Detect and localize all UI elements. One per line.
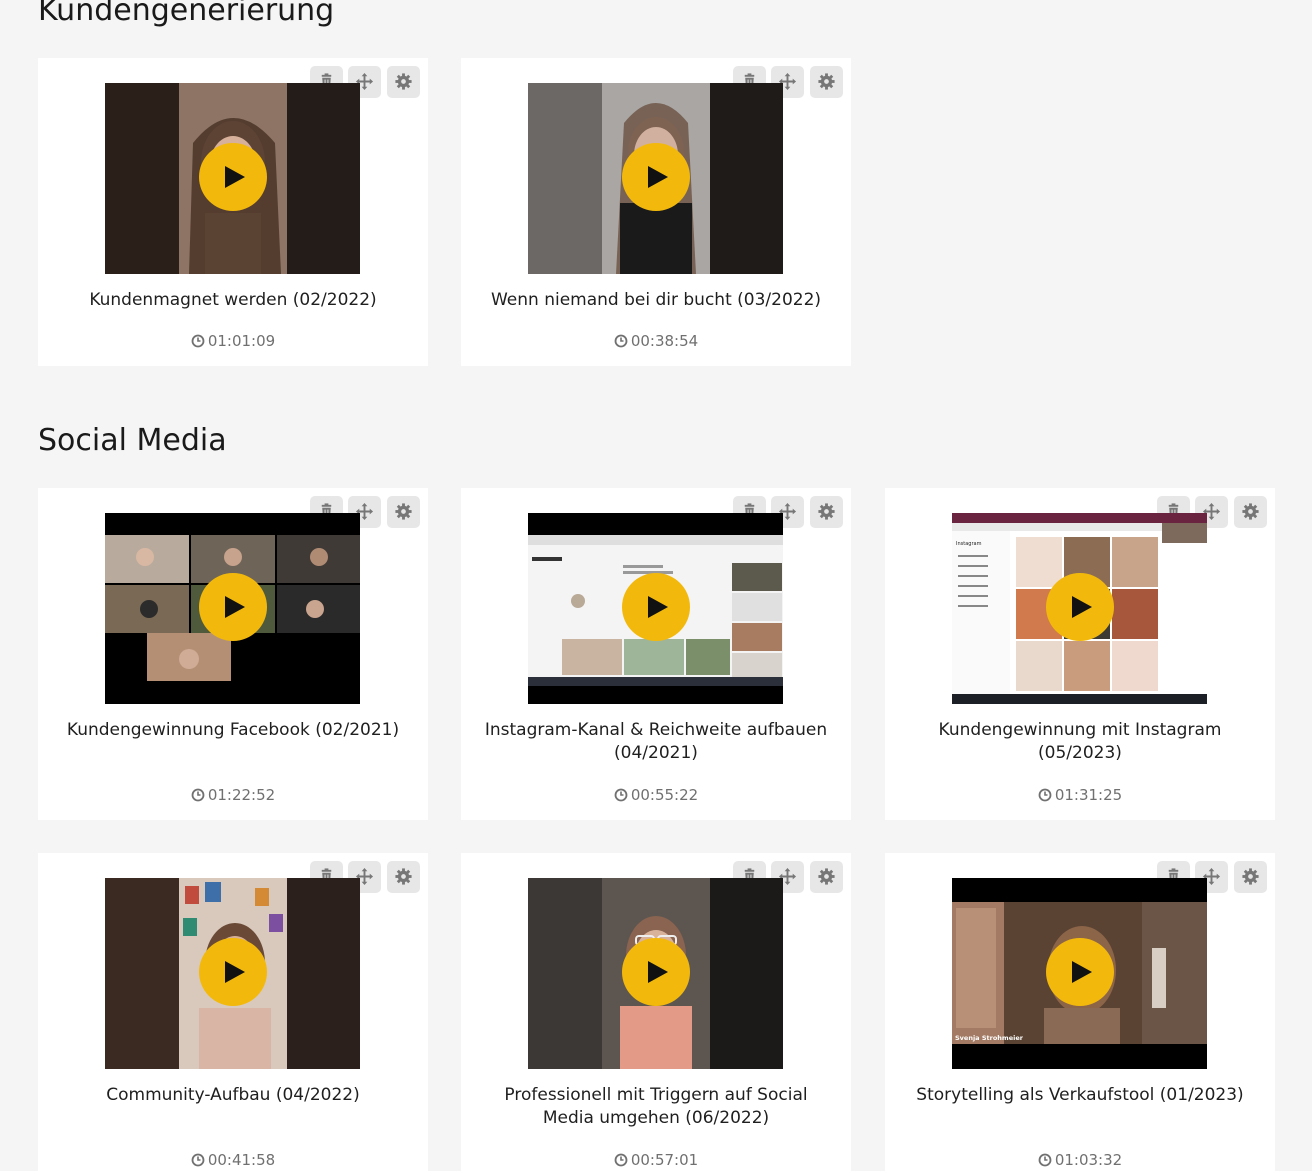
video-library-page: Kundengenerierung Kundenmagnet werden (0… [0,0,1312,1171]
play-icon [225,166,245,188]
play-icon [1072,596,1092,618]
video-title[interactable]: Wenn niemand bei dir bucht (03/2022) [481,289,831,312]
settings-button[interactable] [387,861,420,893]
duration-text: 01:31:25 [1054,786,1123,804]
video-title[interactable]: Community-Aufbau (04/2022) [58,1084,408,1107]
video-duration: 00:41:58 [38,1150,428,1170]
video-card: Professionell mit Triggern auf Social Me… [461,853,851,1171]
video-thumbnail[interactable] [528,513,783,704]
video-title[interactable]: Professionell mit Triggern auf Social Me… [481,1084,831,1130]
duration-text: 00:55:22 [630,786,699,804]
duration-text: 00:38:54 [630,332,699,350]
clock-icon [191,787,205,802]
video-thumbnail[interactable] [528,878,783,1069]
play-button[interactable] [1046,573,1114,641]
section-title-social-media: Social Media [38,423,227,458]
video-title[interactable]: Storytelling als Verkaufstool (01/2023) [905,1084,1255,1107]
video-card: Svenja Strohmeier Storytelling als Verka… [885,853,1275,1171]
settings-button[interactable] [1234,496,1267,528]
play-button[interactable] [622,938,690,1006]
video-thumbnail[interactable]: Instagram [952,513,1207,704]
settings-button[interactable] [387,66,420,98]
duration-text: 01:01:09 [207,332,276,350]
play-button[interactable] [622,573,690,641]
clock-icon [614,1152,628,1167]
video-thumbnail[interactable] [528,83,783,274]
video-thumbnail[interactable] [105,513,360,704]
video-duration: 01:01:09 [38,331,428,351]
video-thumbnail[interactable] [105,878,360,1069]
speaker-name-caption: Svenja Strohmeier [955,1034,1024,1042]
section-title-kundengenerierung: Kundengenerierung [38,0,335,28]
video-thumbnail[interactable]: Svenja Strohmeier [952,878,1207,1069]
play-button[interactable] [622,143,690,211]
settings-button[interactable] [1234,861,1267,893]
play-button[interactable] [199,938,267,1006]
video-card: Kundenmagnet werden (02/2022) 01:01:09 [38,58,428,366]
gear-icon [395,503,412,520]
duration-text: 00:57:01 [630,1151,699,1169]
play-button[interactable] [1046,938,1114,1006]
duration-text: 01:22:52 [207,786,276,804]
play-icon [648,961,668,983]
settings-button[interactable] [810,66,843,98]
gear-icon [1242,503,1259,520]
play-button[interactable] [199,143,267,211]
video-duration: 01:22:52 [38,785,428,805]
video-card: Wenn niemand bei dir bucht (03/2022) 00:… [461,58,851,366]
play-icon [648,596,668,618]
play-icon [648,166,668,188]
play-icon [225,961,245,983]
video-title[interactable]: Kundengewinnung mit Instagram (05/2023) [905,719,1255,765]
clock-icon [1038,787,1052,802]
clock-icon [614,333,628,348]
gear-icon [818,73,835,90]
play-icon [225,596,245,618]
video-duration: 01:03:32 [885,1150,1275,1170]
video-thumbnail[interactable] [105,83,360,274]
video-card: Community-Aufbau (04/2022) 00:41:58 [38,853,428,1171]
clock-icon [191,1152,205,1167]
video-duration: 01:31:25 [885,785,1275,805]
play-icon [1072,961,1092,983]
instagram-brand-text: Instagram [956,541,982,547]
clock-icon [614,787,628,802]
settings-button[interactable] [387,496,420,528]
gear-icon [395,868,412,885]
duration-text: 00:41:58 [207,1151,276,1169]
video-card: Kundengewinnung Facebook (02/2021) 01:22… [38,488,428,820]
video-title[interactable]: Kundengewinnung Facebook (02/2021) [58,719,408,742]
video-duration: 00:38:54 [461,331,851,351]
gear-icon [395,73,412,90]
video-duration: 00:57:01 [461,1150,851,1170]
video-duration: 00:55:22 [461,785,851,805]
video-title[interactable]: Kundenmagnet werden (02/2022) [58,289,408,312]
settings-button[interactable] [810,496,843,528]
settings-button[interactable] [810,861,843,893]
duration-text: 01:03:32 [1054,1151,1123,1169]
gear-icon [818,868,835,885]
video-card: Instagram Kundengewinnung mit Instagram … [885,488,1275,820]
video-title[interactable]: Instagram-Kanal & Reichweite aufbauen (0… [481,719,831,765]
clock-icon [191,333,205,348]
clock-icon [1038,1152,1052,1167]
gear-icon [1242,868,1259,885]
video-card: Instagram-Kanal & Reichweite aufbauen (0… [461,488,851,820]
gear-icon [818,503,835,520]
play-button[interactable] [199,573,267,641]
